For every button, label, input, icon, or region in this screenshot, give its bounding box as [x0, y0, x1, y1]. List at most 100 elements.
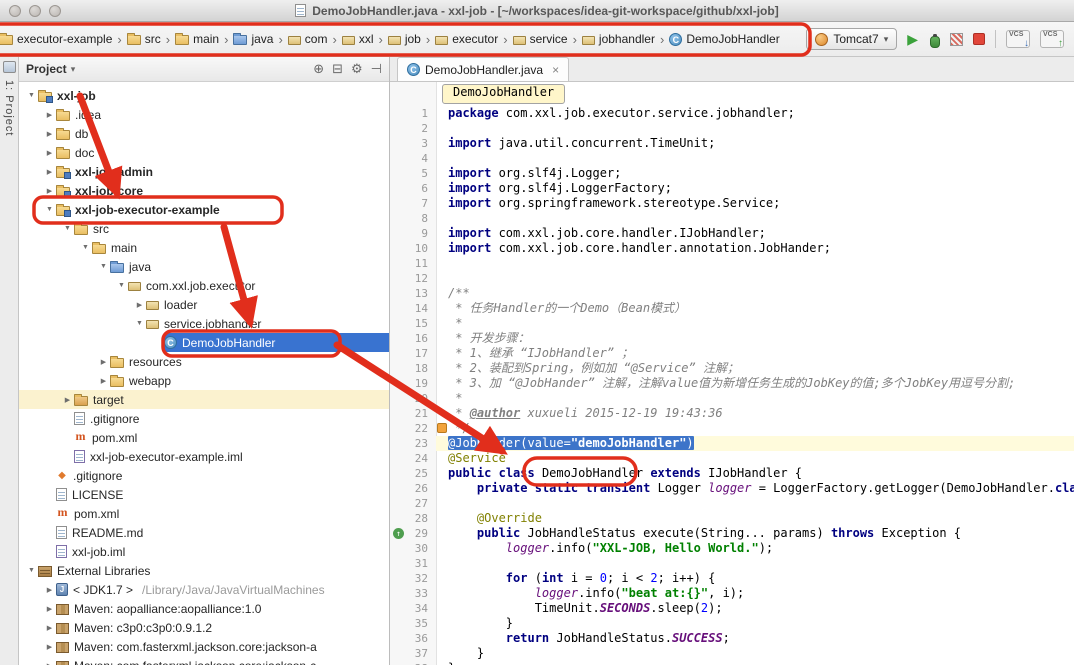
chevron-down-icon[interactable]: ▼: [43, 206, 56, 213]
chevron-right-icon[interactable]: ▶: [97, 358, 110, 366]
tree-row-loader[interactable]: ▶loader: [19, 295, 389, 314]
breadcrumb-item-demojobhandler[interactable]: DemoJobHandler: [666, 30, 782, 48]
tree-row-maven-com-fasterxml-jackson-core-jackson-a[interactable]: ▶Maven: com.fasterxml.jackson.core:jacks…: [19, 637, 389, 656]
code-text[interactable]: TimeUnit.SECONDS.sleep(2);: [436, 601, 1074, 616]
code-text[interactable]: * 2、装配到Spring，例如加 “@Service” 注解；: [436, 361, 1074, 376]
line-number[interactable]: 5: [390, 166, 436, 181]
code-text[interactable]: @Override: [436, 511, 1074, 526]
code-area[interactable]: 1package com.xxl.job.executor.service.jo…: [390, 106, 1074, 665]
tree-row-target[interactable]: ▶target: [19, 390, 389, 409]
line-number[interactable]: 13: [390, 286, 436, 301]
line-number[interactable]: 11: [390, 256, 436, 271]
code-text[interactable]: [436, 256, 1074, 271]
code-text[interactable]: }: [436, 661, 1074, 665]
chevron-right-icon[interactable]: ▶: [61, 396, 74, 404]
line-number[interactable]: 32: [390, 571, 436, 586]
line-number[interactable]: 20: [390, 391, 436, 406]
chevron-right-icon[interactable]: ▶: [43, 130, 56, 138]
code-text[interactable]: * 开发步骤：: [436, 331, 1074, 346]
breadcrumb-item-java[interactable]: java: [230, 30, 276, 48]
chevron-right-icon[interactable]: ▶: [133, 301, 146, 309]
vcs-update-button[interactable]: VCS ↓: [1006, 30, 1030, 48]
line-number[interactable]: 23: [390, 436, 436, 451]
breadcrumb-item-xxl[interactable]: xxl: [339, 30, 377, 48]
line-number[interactable]: 16: [390, 331, 436, 346]
chevron-right-icon[interactable]: ▶: [43, 605, 56, 613]
chevron-right-icon[interactable]: ▶: [43, 149, 56, 157]
line-number[interactable]: 28: [390, 511, 436, 526]
code-text[interactable]: }: [436, 646, 1074, 661]
tree-row-readme-md[interactable]: README.md: [19, 523, 389, 542]
line-number[interactable]: 22: [390, 421, 436, 436]
tree-row-license[interactable]: LICENSE: [19, 485, 389, 504]
tree-row-main[interactable]: ▼main: [19, 238, 389, 257]
chevron-right-icon[interactable]: ▶: [43, 168, 56, 176]
code-text[interactable]: [436, 151, 1074, 166]
code-text[interactable]: return JobHandleStatus.SUCCESS;: [436, 631, 1074, 646]
code-text[interactable]: private static transient Logger logger =…: [436, 481, 1074, 496]
line-number[interactable]: 9: [390, 226, 436, 241]
chevron-right-icon[interactable]: ▶: [97, 377, 110, 385]
stop-button[interactable]: [973, 33, 985, 45]
tree-row-pom-xml[interactable]: pom.xml: [19, 504, 389, 523]
breadcrumb-item-job[interactable]: job: [385, 30, 424, 48]
code-text[interactable]: package com.xxl.job.executor.service.job…: [436, 106, 1074, 121]
chevron-down-icon[interactable]: ▼: [97, 263, 110, 270]
code-text[interactable]: for (int i = 0; i < 2; i++) {: [436, 571, 1074, 586]
tree-row-service-jobhandler[interactable]: ▼service.jobhandler: [19, 314, 389, 333]
code-text[interactable]: /**: [436, 286, 1074, 301]
code-text[interactable]: import com.xxl.job.core.handler.annotati…: [436, 241, 1074, 256]
hide-panel-icon[interactable]: ⊣: [371, 62, 382, 76]
line-number[interactable]: 14: [390, 301, 436, 316]
chevron-right-icon[interactable]: ▶: [43, 643, 56, 651]
minimize-button[interactable]: [29, 5, 41, 17]
run-button[interactable]: ▶: [907, 31, 918, 47]
code-text[interactable]: import java.util.concurrent.TimeUnit;: [436, 136, 1074, 151]
tree-row-src[interactable]: ▼src: [19, 219, 389, 238]
chevron-right-icon[interactable]: ▶: [43, 187, 56, 195]
debug-button[interactable]: [928, 32, 940, 47]
code-text[interactable]: * @author xuxueli 2015-12-19 19:43:36: [436, 406, 1074, 421]
code-text[interactable]: public JobHandleStatus execute(String...…: [436, 526, 1074, 541]
close-icon[interactable]: ×: [552, 64, 559, 76]
tree-row-xxl-job-iml[interactable]: xxl-job.iml: [19, 542, 389, 561]
tree-row-xxl-job-executor-example[interactable]: ▼xxl-job-executor-example: [19, 200, 389, 219]
run-config-selector[interactable]: Tomcat7 ▾: [806, 28, 897, 50]
line-number[interactable]: 37: [390, 646, 436, 661]
code-text[interactable]: import org.slf4j.Logger;: [436, 166, 1074, 181]
chevron-down-icon[interactable]: ▼: [25, 567, 38, 574]
code-text[interactable]: }: [436, 616, 1074, 631]
code-text[interactable]: [436, 271, 1074, 286]
line-number[interactable]: 33: [390, 586, 436, 601]
close-button[interactable]: [9, 5, 21, 17]
line-number[interactable]: 19: [390, 376, 436, 391]
code-text[interactable]: *: [436, 316, 1074, 331]
code-text[interactable]: *: [436, 391, 1074, 406]
tree-row-maven-c3p0-c3p0-0-9-1-2[interactable]: ▶Maven: c3p0:c3p0:0.9.1.2: [19, 618, 389, 637]
tree-row-xxl-job-core[interactable]: ▶xxl-job-core: [19, 181, 389, 200]
chevron-right-icon[interactable]: ▶: [43, 586, 56, 594]
code-text[interactable]: [436, 556, 1074, 571]
line-number[interactable]: 4: [390, 151, 436, 166]
line-number[interactable]: 17: [390, 346, 436, 361]
code-text[interactable]: logger.info("XXL-JOB, Hello World.");: [436, 541, 1074, 556]
tree-row-xxl-job-executor-example-iml[interactable]: xxl-job-executor-example.iml: [19, 447, 389, 466]
code-text[interactable]: import org.slf4j.LoggerFactory;: [436, 181, 1074, 196]
tree-row-jdk1-7[interactable]: ▶< JDK1.7 >/Library/Java/JavaVirtualMach…: [19, 580, 389, 599]
code-text[interactable]: * 任务Handler的一个Demo（Bean模式）: [436, 301, 1074, 316]
tree-row-external-libraries[interactable]: ▼External Libraries: [19, 561, 389, 580]
chevron-down-icon[interactable]: ▼: [133, 320, 146, 327]
breadcrumb-item-service[interactable]: service: [510, 30, 571, 48]
code-text[interactable]: import org.springframework.stereotype.Se…: [436, 196, 1074, 211]
chevron-down-icon[interactable]: ▼: [25, 92, 38, 99]
line-number[interactable]: 34: [390, 601, 436, 616]
line-number[interactable]: 3: [390, 136, 436, 151]
tree-row-idea[interactable]: ▶.idea: [19, 105, 389, 124]
chevron-down-icon[interactable]: ▼: [79, 244, 92, 251]
line-number[interactable]: 26: [390, 481, 436, 496]
tree-row-doc[interactable]: ▶doc: [19, 143, 389, 162]
tree-row-com-xxl-job-executor[interactable]: ▼com.xxl.job.executor: [19, 276, 389, 295]
line-number[interactable]: 2: [390, 121, 436, 136]
tree-row-java[interactable]: ▼java: [19, 257, 389, 276]
vcs-commit-button[interactable]: VCS ↑: [1040, 30, 1064, 48]
